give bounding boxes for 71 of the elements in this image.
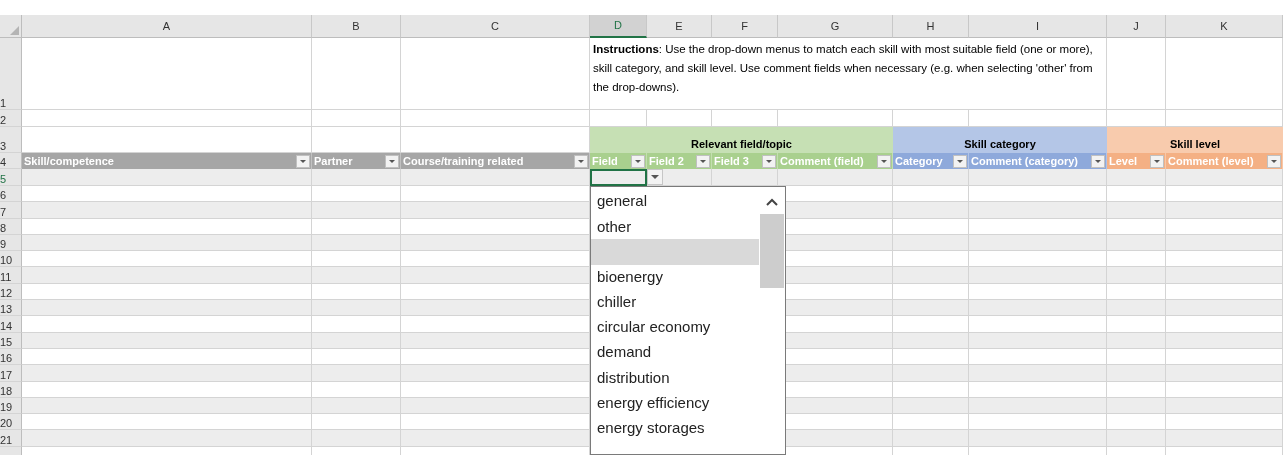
column-header[interactable]: D [590,15,647,38]
row-header[interactable]: 11 [0,267,22,284]
column-header[interactable]: C [401,15,590,38]
column-header[interactable]: F [712,15,778,38]
header-label: Level [1109,153,1138,169]
filter-button[interactable] [696,154,710,168]
filter-button[interactable] [1091,154,1105,168]
row-header[interactable]: 17 [0,365,22,382]
header-label: Field 3 [714,153,749,169]
list-option[interactable]: chiller [591,289,759,315]
column-header[interactable]: J [1107,15,1166,38]
row-header[interactable]: 21 [0,430,22,447]
empty-cell[interactable] [401,110,590,127]
column-header[interactable]: K [1166,15,1283,38]
filter-button[interactable] [574,154,588,168]
filter-button[interactable] [296,154,310,168]
row-header[interactable]: 7 [0,202,22,219]
header-label: Comment (field) [780,153,864,169]
column-header[interactable]: G [778,15,893,38]
column-header[interactable]: B [312,15,401,38]
column-header[interactable]: A [22,15,312,38]
column-header[interactable]: I [969,15,1107,38]
list-option[interactable]: general [591,189,759,215]
row-header[interactable]: 10 [0,251,22,268]
filter-button[interactable] [877,154,891,168]
header-label: Skill/competence [24,153,114,169]
header-label: Partner [314,153,353,169]
header-label: Course/training related [403,153,524,169]
header-label: Category [895,153,943,169]
list-option[interactable]: energy storages [591,415,759,441]
empty-cell[interactable] [312,38,401,110]
filter-button[interactable] [631,154,645,168]
header-label: Field [592,153,618,169]
group-header: Skill category [893,127,1107,153]
filter-button[interactable] [1150,154,1164,168]
header-label: Comment (level) [1168,153,1254,169]
scrollbar-thumb[interactable] [760,214,784,288]
selected-cell[interactable] [590,169,647,186]
empty-cell[interactable] [1166,38,1283,110]
column-header[interactable]: H [893,15,969,38]
column-header[interactable]: E [647,15,712,38]
list-option[interactable]: distribution [591,365,759,391]
list-option[interactable]: demand [591,340,759,366]
row-header[interactable]: 5 [0,169,22,186]
row-header[interactable]: 4 [0,153,22,169]
list-option[interactable]: circular economy [591,314,759,341]
row-header[interactable]: 14 [0,316,22,333]
row-header[interactable]: 6 [0,186,22,203]
instructions-text: Instructions: Use the drop-down menus to match each skill with most suitable field (one or more), skill category, and skill level. Use comment fields when necessary (e.g. when selecting 'other' from the drop-downs). [590,38,1107,110]
group-header: Relevant field/topic [590,127,893,153]
row-header[interactable]: 3 [0,127,22,153]
group-header: Skill level [1107,127,1283,153]
header-label: Comment (category) [971,153,1078,169]
select-all-corner[interactable] [0,15,22,38]
chevron-up-icon[interactable] [766,198,778,206]
row-header[interactable]: 2 [0,110,22,127]
filter-button[interactable] [953,154,967,168]
row-header[interactable]: 13 [0,300,22,317]
row-header[interactable]: 20 [0,414,22,431]
list-option[interactable]: other [591,214,759,240]
list-option[interactable]: bioenergy [591,264,759,290]
filter-button[interactable] [1267,154,1281,168]
dropdown-button[interactable] [647,169,663,185]
filter-button[interactable] [385,154,399,168]
list-option[interactable]: energy efficiency [591,390,759,416]
row-header[interactable]: 1 [0,38,22,110]
empty-cell[interactable] [401,38,590,110]
list-option[interactable] [591,239,759,265]
filter-button[interactable] [762,154,776,168]
empty-cell[interactable] [312,110,401,127]
header-label: Field 2 [649,153,684,169]
